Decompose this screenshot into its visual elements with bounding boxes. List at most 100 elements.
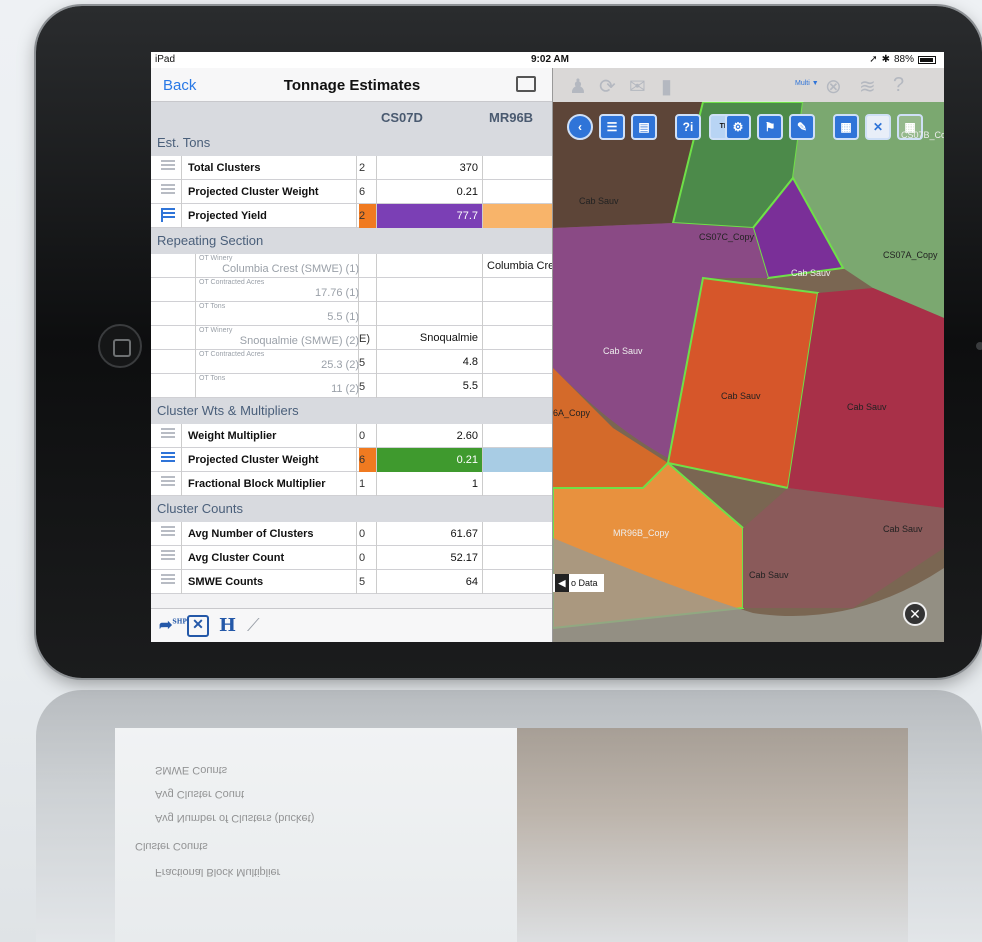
settings-tool-icon[interactable]: ⚙ xyxy=(725,114,751,140)
clipboard-icon[interactable]: ▤ xyxy=(631,114,657,140)
repeating-row[interactable]: OT Winery Snoqualmie (SMWE) (2) E) Snoqu… xyxy=(151,326,552,368)
map-view[interactable]: ♟ ⟳ ✉ ▮ Multi ▼ ⊗ ≋ ? ‹ ☰ ▤ ?i TP0 ⚙ ⚑ ✎… xyxy=(553,68,944,642)
row-cut-value: 1 xyxy=(359,478,366,490)
row-value-2: Columbia Cre xyxy=(487,260,553,272)
repeating-row[interactable]: OT Contracted Acres 17.76 (1) xyxy=(151,278,552,302)
list-icon xyxy=(161,184,175,198)
table-row[interactable]: Avg Number of Clusters (bucket) 0 61.67 xyxy=(151,522,552,564)
row-cut-value: 0 xyxy=(359,430,366,442)
repeating-row[interactable]: OT Winery Columbia Crest (SMWE) (1) Colu… xyxy=(151,254,552,278)
help-button[interactable]: ? xyxy=(893,74,904,97)
table-row[interactable]: Projected Cluster Weight 6 0.21 xyxy=(151,180,552,204)
row-label: SMWE Counts xyxy=(181,570,357,594)
reflection-text: SMWE Counts xyxy=(155,764,228,776)
block-label: MR96B_Copy xyxy=(613,528,670,538)
export-shp-icon[interactable]: ➦SHP xyxy=(159,615,187,637)
row-value: 5.5 xyxy=(376,374,483,398)
device-label: iPad xyxy=(155,54,176,65)
page-title: Tonnage Estimates xyxy=(283,77,421,94)
column-header: CS07D MR96B xyxy=(151,102,552,130)
list-icon-active xyxy=(161,208,175,222)
table-row[interactable]: SMWE Counts 5 64 xyxy=(151,570,552,594)
location-icon: ➚ xyxy=(869,54,878,65)
row-value: 4.8 xyxy=(376,350,483,374)
screen: iPad 9:02 AM ➚ ✱ 88% Back Tonnage Estima… xyxy=(151,52,944,642)
table-row[interactable]: Fractional Block Multiplier 1 1 xyxy=(151,472,552,496)
repeating-row[interactable]: OT Tons 5.5 (1) xyxy=(151,302,552,326)
list-icon-active xyxy=(161,452,175,466)
table-row-selected[interactable]: Projected Cluster Weight 6 0.21 xyxy=(151,448,552,472)
home-button[interactable] xyxy=(98,324,142,368)
repeating-row[interactable]: OT Tons 11 (2) 5 5.5 xyxy=(151,374,552,398)
row-caption: OT Contracted Acres xyxy=(199,351,265,358)
block-label: Cab Sauv xyxy=(883,524,923,534)
row-label: 17.76 (1) xyxy=(314,287,359,299)
layers-icon[interactable]: ≋ xyxy=(859,74,876,99)
list-icon xyxy=(161,574,175,588)
list-icon xyxy=(161,526,175,540)
list-tool-icon[interactable]: ☰ xyxy=(599,114,625,140)
fullscreen-icon[interactable] xyxy=(516,76,536,92)
block-label: CS07B_Copy xyxy=(901,130,944,140)
row-value-2 xyxy=(483,448,552,472)
block-label: Cab Sauv xyxy=(847,402,887,412)
row-label: Avg Number of Clusters (bucket) xyxy=(181,522,357,564)
user-icon[interactable]: ♟ xyxy=(569,74,587,99)
row-cut-value: 2 xyxy=(359,162,366,174)
multi-select[interactable]: Multi ▼ xyxy=(795,80,819,87)
no-data-label: o Data xyxy=(571,578,598,588)
tools-icon[interactable]: ✕ xyxy=(903,602,927,626)
row-label: Columbia Crest (SMWE) (1) xyxy=(222,263,359,275)
row-value xyxy=(376,254,483,278)
row-value: 61.67 xyxy=(376,522,483,546)
bar-chart-icon[interactable]: ▮ xyxy=(661,74,672,99)
block-label: Cab Sauv xyxy=(749,570,789,580)
mail-icon[interactable]: ✉ xyxy=(629,74,646,99)
repeating-row[interactable]: OT Contracted Acres 25.3 (2) 5 4.8 xyxy=(151,350,552,374)
row-cut-value: 2 xyxy=(359,204,377,228)
compass-icon[interactable]: ⊗ xyxy=(825,74,842,99)
row-value-2 xyxy=(483,180,552,204)
block-label: 6A_Copy xyxy=(553,408,591,418)
row-label: 25.3 (2) xyxy=(321,359,359,371)
table-row[interactable]: Weight Multiplier 0 2.60 xyxy=(151,424,552,448)
table-row[interactable]: Avg Cluster Count 0 52.17 xyxy=(151,546,552,570)
section-cluster-counts: Cluster Counts xyxy=(151,496,552,522)
table-row[interactable]: Total Clusters 2 370 xyxy=(151,156,552,180)
row-caption: OT Winery xyxy=(199,255,233,262)
sync-icon[interactable]: ⟳ xyxy=(599,74,616,99)
battery-percent: 88% xyxy=(893,54,914,65)
reflection: SMWE Counts Avg Cluster Count Avg Number… xyxy=(36,690,982,942)
block-label: CS07C_Copy xyxy=(699,232,755,242)
block-label: Cab Sauv xyxy=(579,196,619,206)
close-tool-icon[interactable]: ✕ xyxy=(865,114,891,140)
row-value: 64 xyxy=(376,570,483,594)
row-caption: OT Tons xyxy=(199,375,226,382)
reflection-text: Fractional Block Multiplier xyxy=(155,866,281,878)
row-value: 0.21 xyxy=(376,180,483,204)
tonnage-panel: Back Tonnage Estimates CS07D MR96B Est. … xyxy=(151,68,553,642)
edit-tool-icon[interactable]: ✎ xyxy=(789,114,815,140)
row-value-2 xyxy=(483,204,552,228)
excel-icon[interactable]: ✕ xyxy=(187,615,209,637)
clock: 9:02 AM xyxy=(531,54,569,65)
block-label: CS07A_Copy xyxy=(883,250,938,260)
note-tool-icon[interactable]: ▦ xyxy=(833,114,859,140)
row-cut-value: 0 xyxy=(359,552,366,564)
row-label: Projected Cluster Weight xyxy=(181,180,357,204)
reflection-screen: SMWE Counts Avg Cluster Count Avg Number… xyxy=(115,728,908,942)
row-caption: OT Contracted Acres xyxy=(199,279,265,286)
flag-icon[interactable]: ⚑ xyxy=(757,114,783,140)
ipad-frame: iPad 9:02 AM ➚ ✱ 88% Back Tonnage Estima… xyxy=(36,6,982,678)
row-value: Snoqualmie (SMWE) xyxy=(376,326,483,368)
no-data-tab[interactable]: ◀ o Data xyxy=(553,574,604,592)
history-button[interactable]: H xyxy=(219,615,236,637)
row-value: 77.7 xyxy=(376,204,483,228)
back-circle-icon[interactable]: ‹ xyxy=(567,114,593,140)
row-value-2 xyxy=(483,156,552,180)
row-value: 2.60 xyxy=(376,424,483,448)
table-row-selected[interactable]: Projected Yield 2 77.7 xyxy=(151,204,552,228)
info-tool-icon[interactable]: ?i xyxy=(675,114,701,140)
camera-dot xyxy=(976,342,982,350)
chart-icon[interactable]: ⟋ xyxy=(247,615,260,637)
